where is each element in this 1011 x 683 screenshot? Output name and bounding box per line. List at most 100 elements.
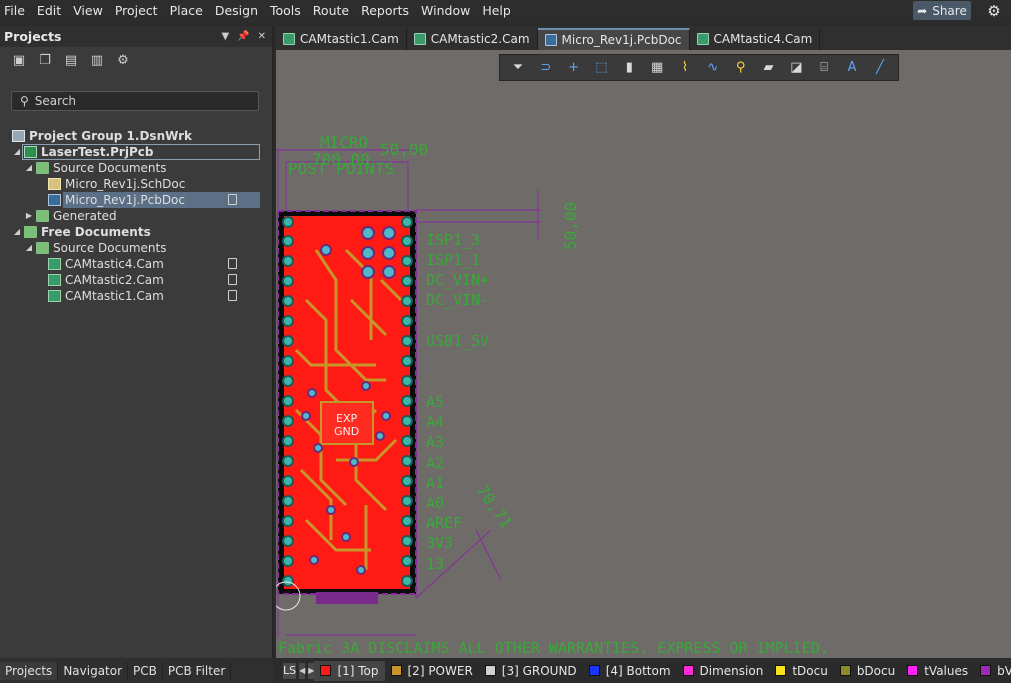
menu-route[interactable]: Route	[307, 0, 355, 22]
tree-item-free-documents[interactable]: ◢ Free Documents	[0, 224, 273, 240]
pin-label: A0	[426, 494, 444, 512]
dimension-icon[interactable]: ⌸	[815, 59, 833, 77]
pcb-toolbar: ⏷ ⊃ + ⬚ ▮ ▦ ⌇ ∿ ⚲ ▰ ◪ ⌸ A ╱	[499, 54, 899, 81]
layer-label: tDocu	[792, 663, 828, 678]
search-input[interactable]: ⚲ Search	[11, 91, 259, 111]
search-placeholder: Search	[34, 94, 77, 108]
layer-tab-bdocu[interactable]: bDocu	[834, 661, 901, 681]
copy-icon[interactable]: ❐	[37, 53, 53, 69]
layer-tab-tdocu[interactable]: tDocu	[769, 661, 834, 681]
save-icon[interactable]: ▣	[11, 53, 27, 69]
doc-tab-label: CAMtastic1.Cam	[300, 32, 399, 46]
layer-tab-tvalues[interactable]: tValues	[901, 661, 974, 681]
tree-item-project-group[interactable]: Project Group 1.DsnWrk	[0, 128, 273, 144]
text-icon[interactable]: A	[843, 59, 861, 77]
component-icon[interactable]: ▦	[648, 59, 666, 77]
tree-item-label: CAMtastic4.Cam	[65, 257, 164, 271]
menu-file[interactable]: File	[0, 0, 31, 22]
layer-tab-top[interactable]: [1] Top	[314, 660, 385, 681]
tree-item-lasertest[interactable]: ◢ LaserTest.PrjPcb	[0, 144, 273, 160]
folder-open-icon[interactable]: ▤	[63, 53, 79, 69]
folder-gear-icon[interactable]: ▥	[89, 53, 105, 69]
crosshair-icon[interactable]: +	[565, 59, 583, 77]
tab-projects[interactable]: Projects	[0, 661, 59, 680]
tree-item-pcbdoc[interactable]: Micro_Rev1j.PcbDoc	[0, 192, 273, 208]
track-icon[interactable]: ⌇	[676, 59, 694, 77]
layer-tab-dimension[interactable]: Dimension	[677, 661, 770, 681]
panel-menu-icon[interactable]: ▼	[221, 31, 229, 42]
pin-label: 3V3	[426, 534, 453, 552]
close-icon[interactable]: ✕	[258, 31, 266, 42]
region-icon[interactable]: ◪	[787, 59, 805, 77]
tab-pcb-filter[interactable]: PCB Filter	[163, 661, 232, 680]
menu-view[interactable]: View	[67, 0, 109, 22]
chevron-left-icon[interactable]: ◀	[299, 662, 306, 679]
menu-help[interactable]: Help	[476, 0, 517, 22]
cam-icon	[696, 33, 709, 45]
tree-item-label: Source Documents	[53, 161, 167, 175]
menu-project[interactable]: Project	[109, 0, 164, 22]
dim-side: 50,00	[561, 202, 580, 250]
tree-item-label: Project Group 1.DsnWrk	[29, 129, 193, 143]
tree-item-source-documents[interactable]: ◢ Source Documents	[0, 160, 273, 176]
menu-tools[interactable]: Tools	[264, 0, 307, 22]
route-icon[interactable]: ⊃	[537, 59, 555, 77]
doc-tab-camtastic4[interactable]: CAMtastic4.Cam	[690, 28, 821, 50]
menu-design[interactable]: Design	[209, 0, 264, 22]
tree-item-label: Source Documents	[53, 241, 167, 255]
bar-chart-icon[interactable]: ▮	[620, 59, 638, 77]
polygon-icon[interactable]: ▰	[760, 59, 778, 77]
share-icon: ➦	[917, 3, 928, 18]
tree-item-camtastic2[interactable]: CAMtastic2.Cam	[0, 272, 273, 288]
tab-navigator[interactable]: Navigator	[58, 661, 129, 680]
menu-edit[interactable]: Edit	[31, 0, 67, 22]
tree-item-schdoc[interactable]: Micro_Rev1j.SchDoc	[0, 176, 273, 192]
pcb-canvas[interactable]: MICRO 700,00 50,00 POST POINTS 50,00 70,…	[276, 50, 1011, 658]
tree-item-generated[interactable]: ▶ Generated	[0, 208, 273, 224]
tab-pcb[interactable]: PCB	[128, 661, 163, 680]
layer-set-button[interactable]: LS	[283, 662, 297, 679]
menu-window[interactable]: Window	[415, 0, 476, 22]
tree-item-label: Free Documents	[41, 225, 151, 239]
schematic-doc-icon	[48, 178, 61, 190]
gnd-label: GND	[334, 425, 359, 438]
layer-color-swatch	[390, 665, 402, 676]
layer-color-swatch	[907, 665, 919, 676]
doc-tab-camtastic1[interactable]: CAMtastic1.Cam	[276, 28, 407, 50]
gear-icon[interactable]: ⚙	[985, 2, 1003, 20]
filter-icon[interactable]: ⏷	[509, 59, 527, 77]
layer-tab-bottom[interactable]: [4] Bottom	[583, 661, 677, 681]
tree-item-free-source-documents[interactable]: ◢ Source Documents	[0, 240, 273, 256]
pin-label: ISP1_3	[426, 231, 480, 249]
share-button[interactable]: ➦ Share	[913, 1, 971, 20]
collapse-arrow-icon[interactable]: ▶	[24, 208, 34, 224]
pin-icon[interactable]: 📌	[237, 31, 249, 42]
search-icon: ⚲	[20, 94, 29, 108]
line-icon[interactable]: ╱	[871, 59, 889, 77]
menu-reports[interactable]: Reports	[355, 0, 415, 22]
select-rect-icon[interactable]: ⬚	[592, 59, 610, 77]
document-tab-bar: CAMtastic1.Cam CAMtastic2.Cam Micro_Rev1…	[276, 26, 1011, 50]
expand-arrow-icon[interactable]: ◢	[24, 240, 34, 256]
layer-tab-power[interactable]: [2] POWER	[385, 661, 479, 681]
expand-arrow-icon[interactable]: ◢	[12, 144, 22, 160]
diff-pair-icon[interactable]: ∿	[704, 59, 722, 77]
layer-tab-bvalues[interactable]: bV	[974, 661, 1011, 681]
layer-tab-ground[interactable]: [3] GROUND	[479, 661, 583, 681]
layer-label: bV	[997, 663, 1011, 678]
via-icon[interactable]: ⚲	[732, 59, 750, 77]
folder-icon	[36, 162, 49, 174]
doc-tab-pcbdoc[interactable]: Micro_Rev1j.PcbDoc	[537, 28, 690, 50]
folder-icon	[36, 210, 49, 222]
menu-place[interactable]: Place	[164, 0, 209, 22]
layer-label: [2] POWER	[407, 663, 473, 678]
doc-tab-camtastic2[interactable]: CAMtastic2.Cam	[407, 28, 538, 50]
panel-tab-bar: Projects Navigator PCB PCB Filter	[0, 658, 273, 683]
tree-item-camtastic4[interactable]: CAMtastic4.Cam	[0, 256, 273, 272]
gear-icon[interactable]: ⚙	[115, 53, 131, 69]
doc-tab-label: CAMtastic4.Cam	[713, 32, 813, 46]
expand-arrow-icon[interactable]: ◢	[24, 160, 34, 176]
tree-item-camtastic1[interactable]: CAMtastic1.Cam	[0, 288, 273, 304]
expand-arrow-icon[interactable]: ◢	[12, 224, 22, 240]
pin-label: A5	[426, 393, 444, 411]
